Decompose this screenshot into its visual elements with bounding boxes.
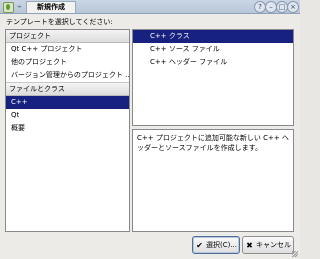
category-item-qt-cpp-project[interactable]: Qt C++ プロジェクト (6, 43, 129, 56)
category-item-cpp[interactable]: C++ (6, 96, 129, 109)
category-header-projects: プロジェクト (6, 30, 129, 43)
pin-icon[interactable]: ⌁ (15, 2, 24, 11)
template-list[interactable]: C++ クラス C++ ソース ファイル C++ ヘッダー ファイル (132, 29, 294, 126)
description-panel: C++ プロジェクトに追加可能な新しい C++ ヘッダーとソースファイルを作成し… (132, 129, 294, 232)
category-list[interactable]: プロジェクト Qt C++ プロジェクト 他のプロジェクト バージョン管理からの… (5, 29, 130, 232)
template-description: C++ プロジェクトに追加可能な新しい C++ ヘッダーとソースファイルを作成し… (137, 134, 289, 152)
title-bar[interactable]: ⌁ 新規作成 ? – □ × (0, 0, 300, 14)
category-item-vcs-project[interactable]: バージョン管理からのプロジェクト ... (6, 69, 129, 82)
cancel-icon: ✖ (246, 241, 253, 250)
category-item-other-project[interactable]: 他のプロジェクト (6, 56, 129, 69)
new-file-dialog: ⌁ 新規作成 ? – □ × テンプレートを選択してください: プロジェクト Q… (0, 0, 300, 259)
choose-button-label: 選択(C)... (205, 241, 238, 249)
category-item-qt[interactable]: Qt (6, 109, 129, 122)
choose-button[interactable]: ✔ 選択(C)... (192, 236, 240, 254)
category-item-general[interactable]: 概要 (6, 122, 129, 135)
app-icon (3, 2, 14, 13)
checkmark-icon: ✔ (196, 241, 203, 250)
cancel-button[interactable]: ✖ キャンセル (242, 236, 294, 254)
close-button[interactable]: × (287, 1, 299, 13)
template-item-cpp-source[interactable]: C++ ソース ファイル (133, 43, 293, 56)
window-title: 新規作成 (26, 1, 76, 13)
resize-grip[interactable] (292, 251, 298, 257)
cancel-button-label: キャンセル (256, 241, 291, 249)
template-item-cpp-class[interactable]: C++ クラス (133, 30, 293, 43)
category-header-files-classes: ファイルとクラス (6, 82, 129, 96)
instruction-label: テンプレートを選択してください: (6, 18, 113, 26)
template-item-cpp-header[interactable]: C++ ヘッダー ファイル (133, 56, 293, 69)
